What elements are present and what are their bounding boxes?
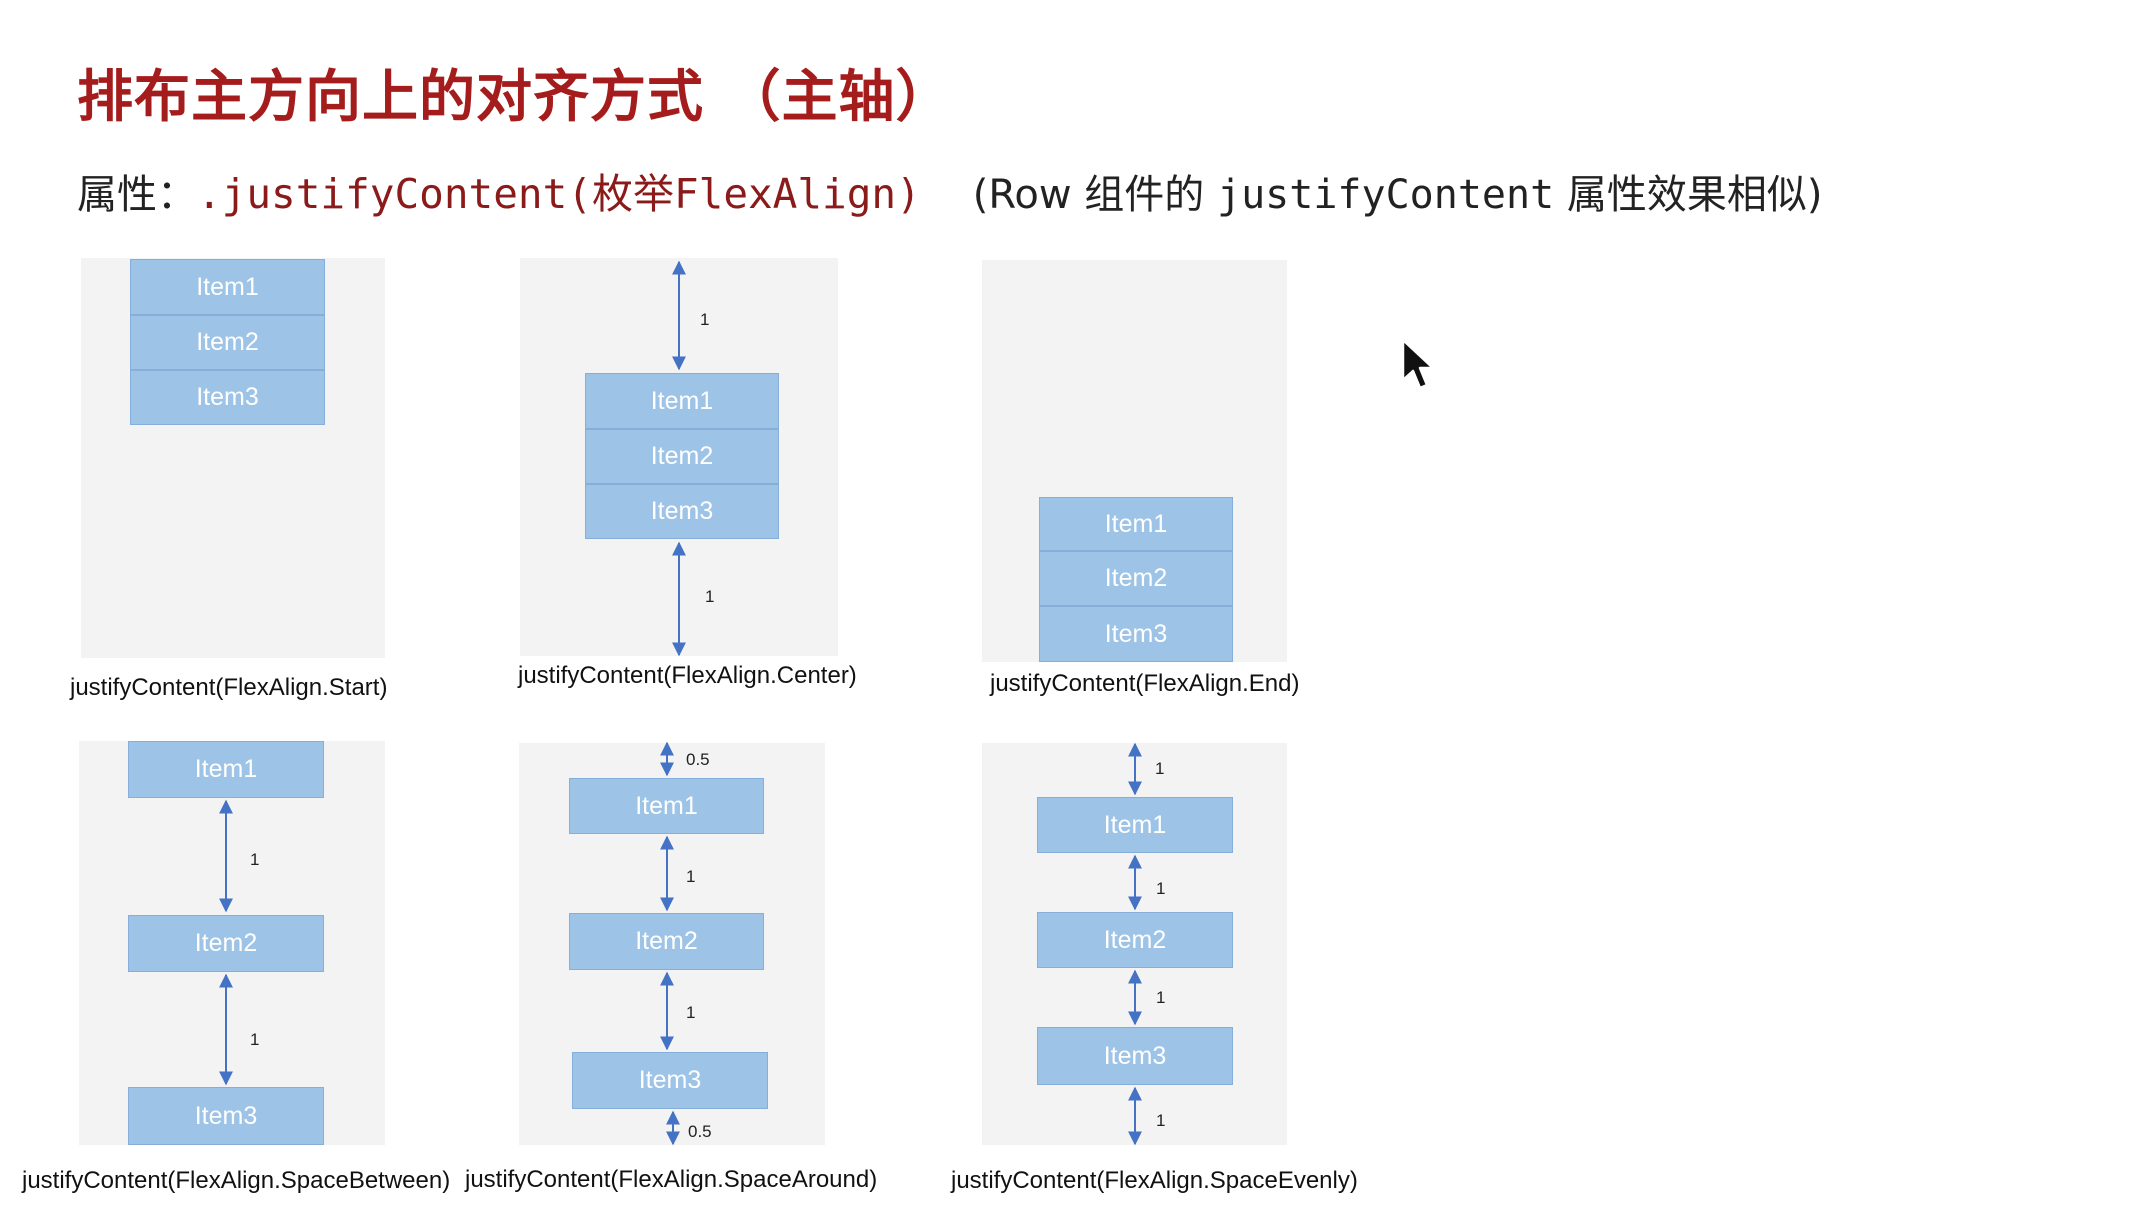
spacing-arrows <box>219 260 1142 1146</box>
mouse-pointer-icon <box>1401 338 1435 390</box>
